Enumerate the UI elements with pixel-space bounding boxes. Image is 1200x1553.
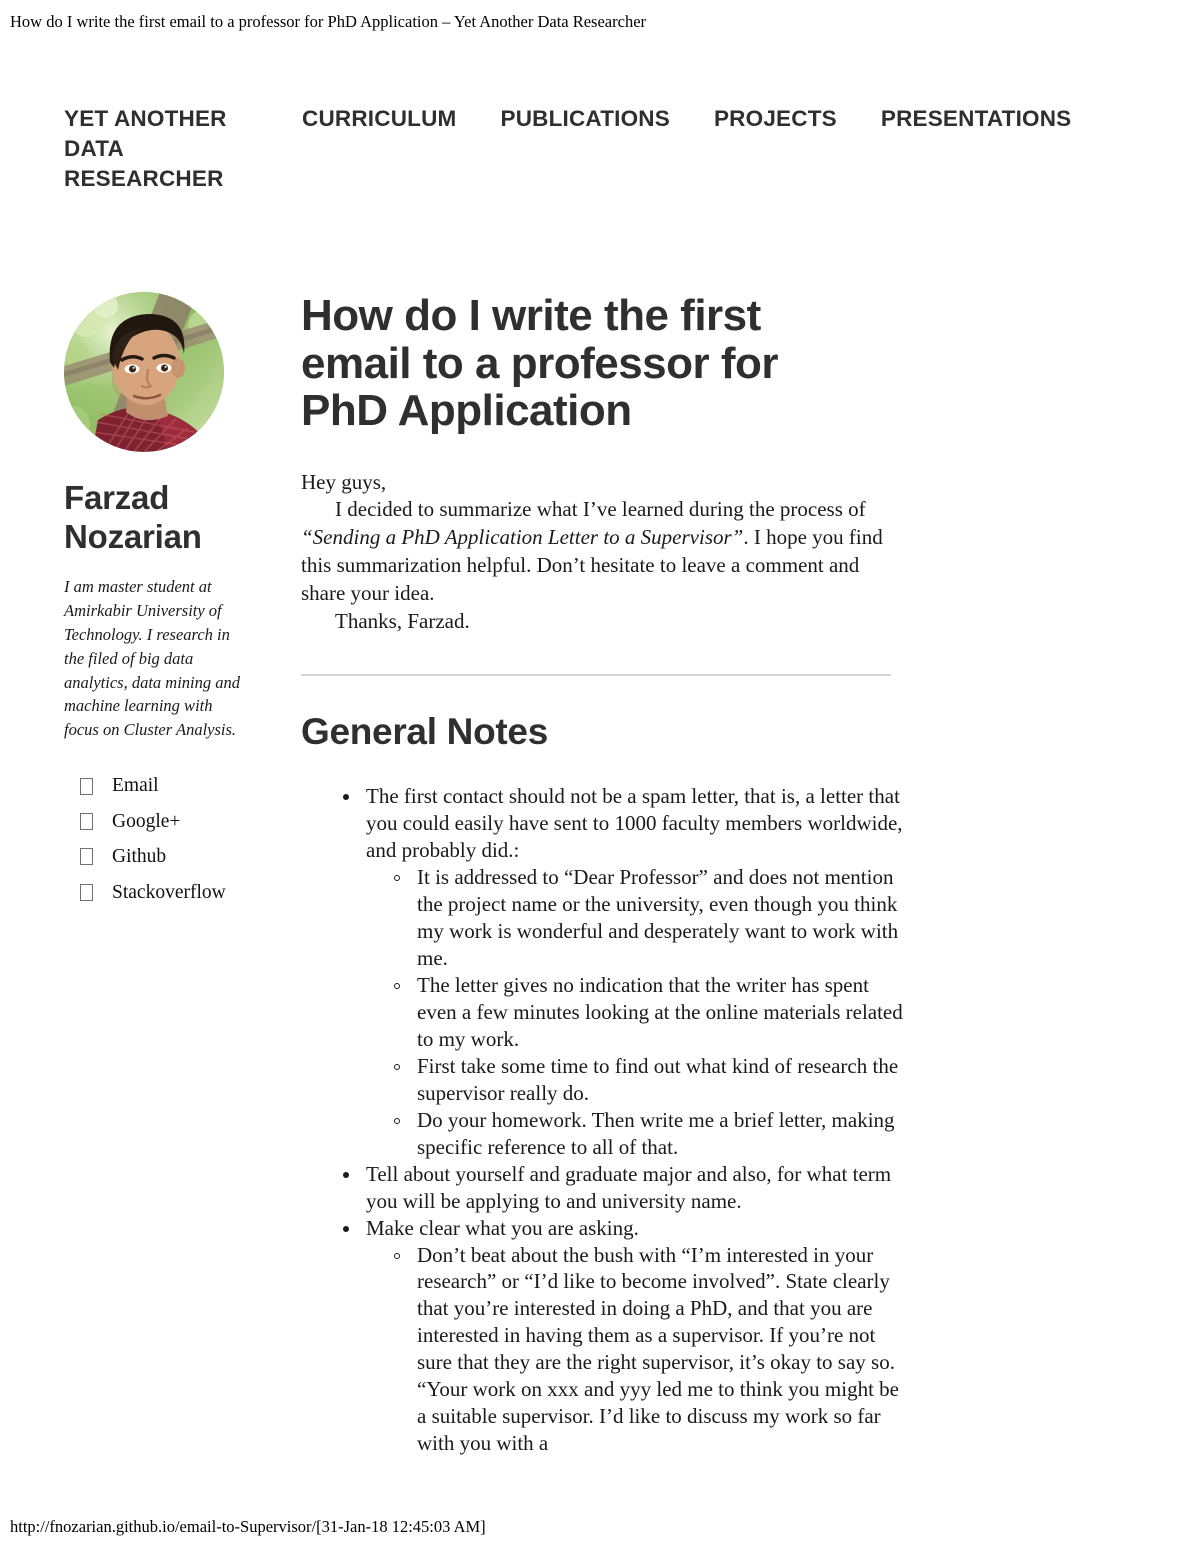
list-item: Tell about yourself and graduate major a… bbox=[337, 1161, 906, 1215]
list-item: It is addressed to “Dear Professor” and … bbox=[388, 864, 906, 972]
post-intro: Hey guys, I decided to summarize what I’… bbox=[301, 469, 891, 637]
github-icon bbox=[80, 848, 93, 866]
social-link-stackoverflow[interactable]: Stackoverflow bbox=[80, 881, 256, 904]
list-item-text: The first contact should not be a spam l… bbox=[366, 783, 903, 862]
list-item-text: It is addressed to “Dear Professor” and … bbox=[417, 864, 899, 970]
email-icon bbox=[80, 777, 93, 795]
section-heading-general-notes: General Notes bbox=[301, 711, 548, 753]
intro-signoff: Thanks, Farzad. bbox=[335, 609, 470, 634]
list-item: Do your homework. Then write me a brief … bbox=[388, 1107, 906, 1161]
intro-line-a: I decided to summarize what I’ve learned… bbox=[335, 497, 866, 522]
intro-greeting: Hey guys, bbox=[301, 469, 387, 494]
social-link-github[interactable]: Github bbox=[80, 845, 256, 868]
avatar-portrait-icon bbox=[64, 292, 224, 452]
intro-quote: “Sending a PhD Application Letter to a S… bbox=[301, 525, 744, 550]
nav-link-projects[interactable]: PROJECTS bbox=[714, 106, 837, 132]
content-wrapper: Farzad Nozarian I am master student at A… bbox=[64, 292, 1134, 1457]
list-item-text: Make clear what you are asking. bbox=[366, 1215, 639, 1240]
sub-notes-list: It is addressed to “Dear Professor” and … bbox=[366, 864, 906, 1161]
profile-name: Farzad Nozarian bbox=[64, 479, 202, 555]
list-item: Make clear what you are asking. Don’t be… bbox=[337, 1215, 906, 1458]
social-link-googleplus[interactable]: Google+ bbox=[80, 810, 256, 833]
general-notes-list: The first contact should not be a spam l… bbox=[301, 783, 1134, 1458]
nav-link-publications[interactable]: PUBLICATIONS bbox=[500, 106, 669, 132]
googleplus-icon bbox=[80, 812, 93, 830]
social-link-label: Google+ bbox=[112, 810, 181, 832]
list-item-text: First take some time to find out what ki… bbox=[417, 1053, 899, 1105]
social-link-label: Stackoverflow bbox=[112, 881, 226, 903]
list-item: The letter gives no indication that the … bbox=[388, 972, 906, 1053]
list-item: First take some time to find out what ki… bbox=[388, 1053, 906, 1107]
nav-links: CURRICULUM PUBLICATIONS PROJECTS PRESENT… bbox=[264, 104, 1071, 132]
list-item-text: Tell about yourself and graduate major a… bbox=[366, 1161, 892, 1213]
avatar bbox=[64, 292, 224, 452]
list-item-text: The letter gives no indication that the … bbox=[417, 972, 903, 1051]
stackoverflow-icon bbox=[80, 883, 93, 901]
list-item: Don’t beat about the bush with “I’m inte… bbox=[388, 1242, 906, 1458]
social-links-list: Email Google+ Github Stackoverflow bbox=[64, 774, 256, 904]
profile-bio: I am master student at Amirkabir Univers… bbox=[64, 576, 240, 740]
social-link-label: Email bbox=[112, 775, 159, 797]
list-item-text: Do your homework. Then write me a brief … bbox=[417, 1107, 895, 1159]
site-navigation: YET ANOTHER DATA RESEARCHER CURRICULUM P… bbox=[64, 104, 1124, 194]
profile-sidebar: Farzad Nozarian I am master student at A… bbox=[64, 292, 256, 916]
page-title: How do I write the first email to a prof… bbox=[301, 291, 779, 436]
nav-link-curriculum[interactable]: CURRICULUM bbox=[302, 106, 456, 132]
list-item-text: Don’t beat about the bush with “I’m inte… bbox=[417, 1242, 899, 1456]
article-main: How do I write the first email to a prof… bbox=[256, 292, 1134, 1457]
nav-link-presentations[interactable]: PRESENTATIONS bbox=[881, 106, 1072, 132]
social-link-email[interactable]: Email bbox=[80, 774, 256, 797]
section-divider bbox=[301, 674, 891, 677]
social-link-label: Github bbox=[112, 846, 167, 868]
list-item: The first contact should not be a spam l… bbox=[337, 783, 906, 1161]
document-page: How do I write the first email to a prof… bbox=[0, 0, 1200, 1553]
intro-body: I decided to summarize what I’ve learned… bbox=[301, 496, 891, 608]
print-footer-url: http://fnozarian.github.io/email-to-Supe… bbox=[10, 1517, 486, 1537]
sub-notes-list: Don’t beat about the bush with “I’m inte… bbox=[366, 1242, 906, 1458]
print-header-title: How do I write the first email to a prof… bbox=[10, 12, 647, 31]
site-brand[interactable]: YET ANOTHER DATA RESEARCHER bbox=[64, 104, 264, 194]
